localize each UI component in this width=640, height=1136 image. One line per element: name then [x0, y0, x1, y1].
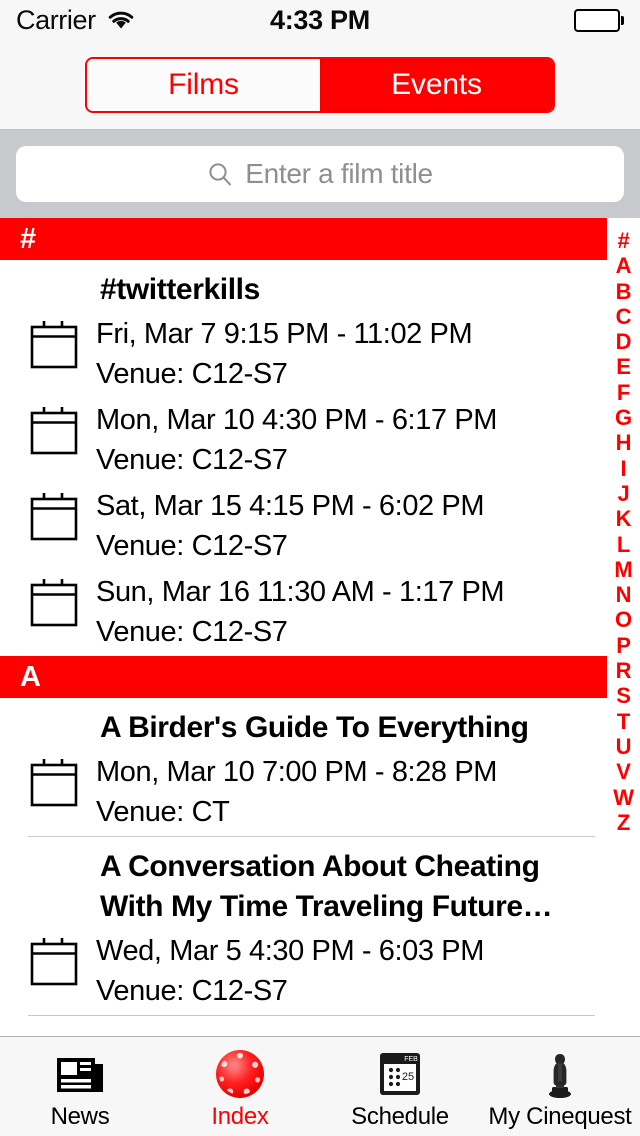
tab-my-cinequest[interactable]: My Cinequest: [480, 1037, 640, 1136]
calendar-icon: [28, 572, 80, 633]
tab-label-my-cinequest: My Cinequest: [488, 1102, 632, 1130]
search-input[interactable]: Enter a film title: [16, 146, 624, 202]
calendar-icon: [28, 486, 80, 547]
film-block[interactable]: A Birder's Guide To Everything Mon, Mar …: [0, 698, 607, 836]
tab-index[interactable]: Index: [160, 1037, 320, 1136]
event-datetime: Mon, Mar 10 4:30 PM - 6:17 PM: [96, 404, 498, 436]
carrier-label: Carrier: [16, 4, 96, 35]
event-venue: Venue: C12-S7: [96, 975, 288, 1007]
oscar-statuette-icon: [543, 1049, 577, 1099]
app-screen: Carrier 4:33 PM Films Events Enter a fil…: [0, 0, 640, 1136]
event-text: Wed, Mar 5 4:30 PM - 6:03 PM Venue: C12-…: [80, 931, 484, 1011]
calendar-icon: [28, 752, 80, 813]
index-letter[interactable]: M: [614, 557, 632, 582]
index-letter[interactable]: B: [616, 279, 632, 304]
newspaper-icon: [55, 1049, 105, 1099]
event-text: Sun, Mar 16 11:30 AM - 1:17 PM Venue: C1…: [80, 572, 505, 652]
event-venue: Venue: C12-S7: [96, 530, 288, 562]
search-placeholder: Enter a film title: [245, 158, 433, 189]
segment-films[interactable]: Films: [87, 58, 320, 111]
event-row[interactable]: Wed, Mar 5 4:30 PM - 6:03 PM Venue: C12-…: [0, 929, 607, 1015]
section-header-letter: A: [20, 660, 41, 693]
calendar-icon: [28, 931, 80, 992]
schedule-icon-month: FEB: [404, 1056, 418, 1063]
index-letter[interactable]: S: [616, 683, 631, 708]
event-datetime: Sat, Mar 15 4:15 PM - 6:02 PM: [96, 490, 485, 522]
search-bar: Enter a film title: [0, 130, 640, 218]
segmented-control[interactable]: Films Events: [85, 56, 555, 113]
tab-label-index: Index: [211, 1102, 269, 1130]
tab-schedule[interactable]: FEB 25 Schedule: [320, 1037, 480, 1136]
index-letter[interactable]: T: [617, 709, 630, 734]
index-letter[interactable]: K: [616, 506, 632, 531]
tab-label-schedule: Schedule: [351, 1102, 449, 1130]
index-letter[interactable]: N: [616, 582, 632, 607]
status-bar-right: [574, 8, 624, 32]
film-title: #twitterkills: [100, 273, 260, 306]
event-datetime: Wed, Mar 5 4:30 PM - 6:03 PM: [96, 935, 484, 967]
index-letter[interactable]: G: [615, 405, 632, 430]
status-bar-left: Carrier: [16, 5, 136, 36]
status-bar: Carrier 4:33 PM: [0, 0, 640, 40]
event-row[interactable]: Sat, Mar 15 4:15 PM - 6:02 PM Venue: C12…: [0, 484, 607, 570]
event-row[interactable]: Mon, Mar 10 7:00 PM - 8:28 PM Venue: CT: [0, 750, 607, 836]
index-letter[interactable]: D: [616, 329, 632, 354]
search-icon: [207, 161, 233, 187]
section-header: #: [0, 218, 607, 260]
index-letter[interactable]: W: [613, 785, 634, 810]
battery-full-icon: [574, 8, 624, 32]
tab-label-news: News: [50, 1102, 110, 1130]
index-letter[interactable]: J: [617, 481, 629, 506]
index-letter[interactable]: O: [615, 607, 632, 632]
event-text: Mon, Mar 10 4:30 PM - 6:17 PM Venue: C12…: [80, 400, 497, 480]
segment-events[interactable]: Events: [320, 58, 553, 111]
event-text: Fri, Mar 7 9:15 PM - 11:02 PM Venue: C12…: [80, 314, 473, 394]
event-venue: Venue: C12-S7: [96, 358, 288, 390]
list-divider: [28, 1015, 595, 1016]
index-letter[interactable]: R: [616, 658, 632, 683]
index-letter[interactable]: C: [616, 304, 632, 329]
event-text: Sat, Mar 15 4:15 PM - 6:02 PM Venue: C12…: [80, 486, 485, 566]
event-row[interactable]: Fri, Mar 7 9:15 PM - 11:02 PM Venue: C12…: [0, 312, 607, 398]
film-title: A Birder's Guide To Everything: [100, 711, 529, 744]
section-index-bar[interactable]: # A B C D E F G H I J K L M N O P R S T U V W Z: [607, 218, 640, 1036]
event-venue: Venue: C12-S7: [96, 444, 288, 476]
index-letter[interactable]: F: [617, 380, 630, 405]
index-letter[interactable]: U: [616, 734, 632, 759]
index-letter[interactable]: I: [621, 456, 627, 481]
film-title: A Conversation About Cheating With My Ti…: [100, 850, 553, 923]
wifi-icon: [106, 9, 136, 31]
index-letter[interactable]: L: [617, 532, 630, 557]
film-block[interactable]: #twitterkills Fri, Mar 7 9:15 PM - 11:02…: [0, 260, 607, 656]
event-venue: Venue: CT: [96, 796, 230, 828]
calendar-schedule-icon: FEB 25: [377, 1049, 423, 1099]
event-row[interactable]: Mon, Mar 10 4:30 PM - 6:17 PM Venue: C12…: [0, 398, 607, 484]
index-letter[interactable]: Z: [617, 810, 630, 835]
index-letter[interactable]: E: [616, 354, 631, 379]
event-text: Mon, Mar 10 7:00 PM - 8:28 PM Venue: CT: [80, 752, 497, 832]
event-datetime: Fri, Mar 7 9:15 PM - 11:02 PM: [96, 318, 473, 350]
red-sphere-icon: [216, 1049, 264, 1099]
events-list[interactable]: # #twitterkills Fri, Mar 7 9:15 PM - 11:…: [0, 218, 640, 1036]
index-letter[interactable]: A: [616, 253, 632, 278]
schedule-icon-day: 25: [402, 1071, 414, 1083]
film-block[interactable]: A Conversation About Cheating With My Ti…: [0, 837, 607, 1015]
tab-bar: News Index FEB 25 Schedule My Cinequest: [0, 1036, 640, 1136]
index-letter[interactable]: V: [616, 759, 631, 784]
index-letter[interactable]: P: [616, 633, 631, 658]
tab-news[interactable]: News: [0, 1037, 160, 1136]
section-header-letter: #: [20, 222, 36, 255]
event-venue: Venue: C12-S7: [96, 616, 288, 648]
segmented-control-bar: Films Events: [0, 40, 640, 130]
event-datetime: Mon, Mar 10 7:00 PM - 8:28 PM: [96, 756, 498, 788]
index-letter[interactable]: #: [617, 228, 629, 253]
calendar-icon: [28, 400, 80, 461]
index-letter[interactable]: H: [616, 430, 632, 455]
section-header: A: [0, 656, 607, 698]
event-row[interactable]: Sun, Mar 16 11:30 AM - 1:17 PM Venue: C1…: [0, 570, 607, 656]
calendar-icon: [28, 314, 80, 375]
event-datetime: Sun, Mar 16 11:30 AM - 1:17 PM: [96, 576, 505, 608]
